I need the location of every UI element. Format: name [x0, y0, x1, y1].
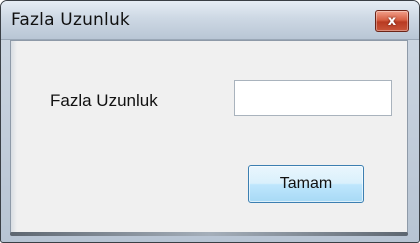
window-title: Fazla Uzunluk [11, 10, 130, 30]
ok-button[interactable]: Tamam [248, 165, 364, 203]
dialog-window: Fazla Uzunluk x Fazla Uzunluk Tamam [0, 0, 420, 243]
title-bar[interactable]: Fazla Uzunluk x [1, 1, 419, 40]
window-bottom-edge [10, 232, 408, 236]
dialog-body: Fazla Uzunluk Tamam [10, 40, 408, 233]
close-icon: x [387, 13, 397, 29]
close-button[interactable]: x [375, 10, 409, 32]
length-field-label: Fazla Uzunluk [50, 91, 158, 110]
length-input[interactable] [234, 80, 392, 116]
